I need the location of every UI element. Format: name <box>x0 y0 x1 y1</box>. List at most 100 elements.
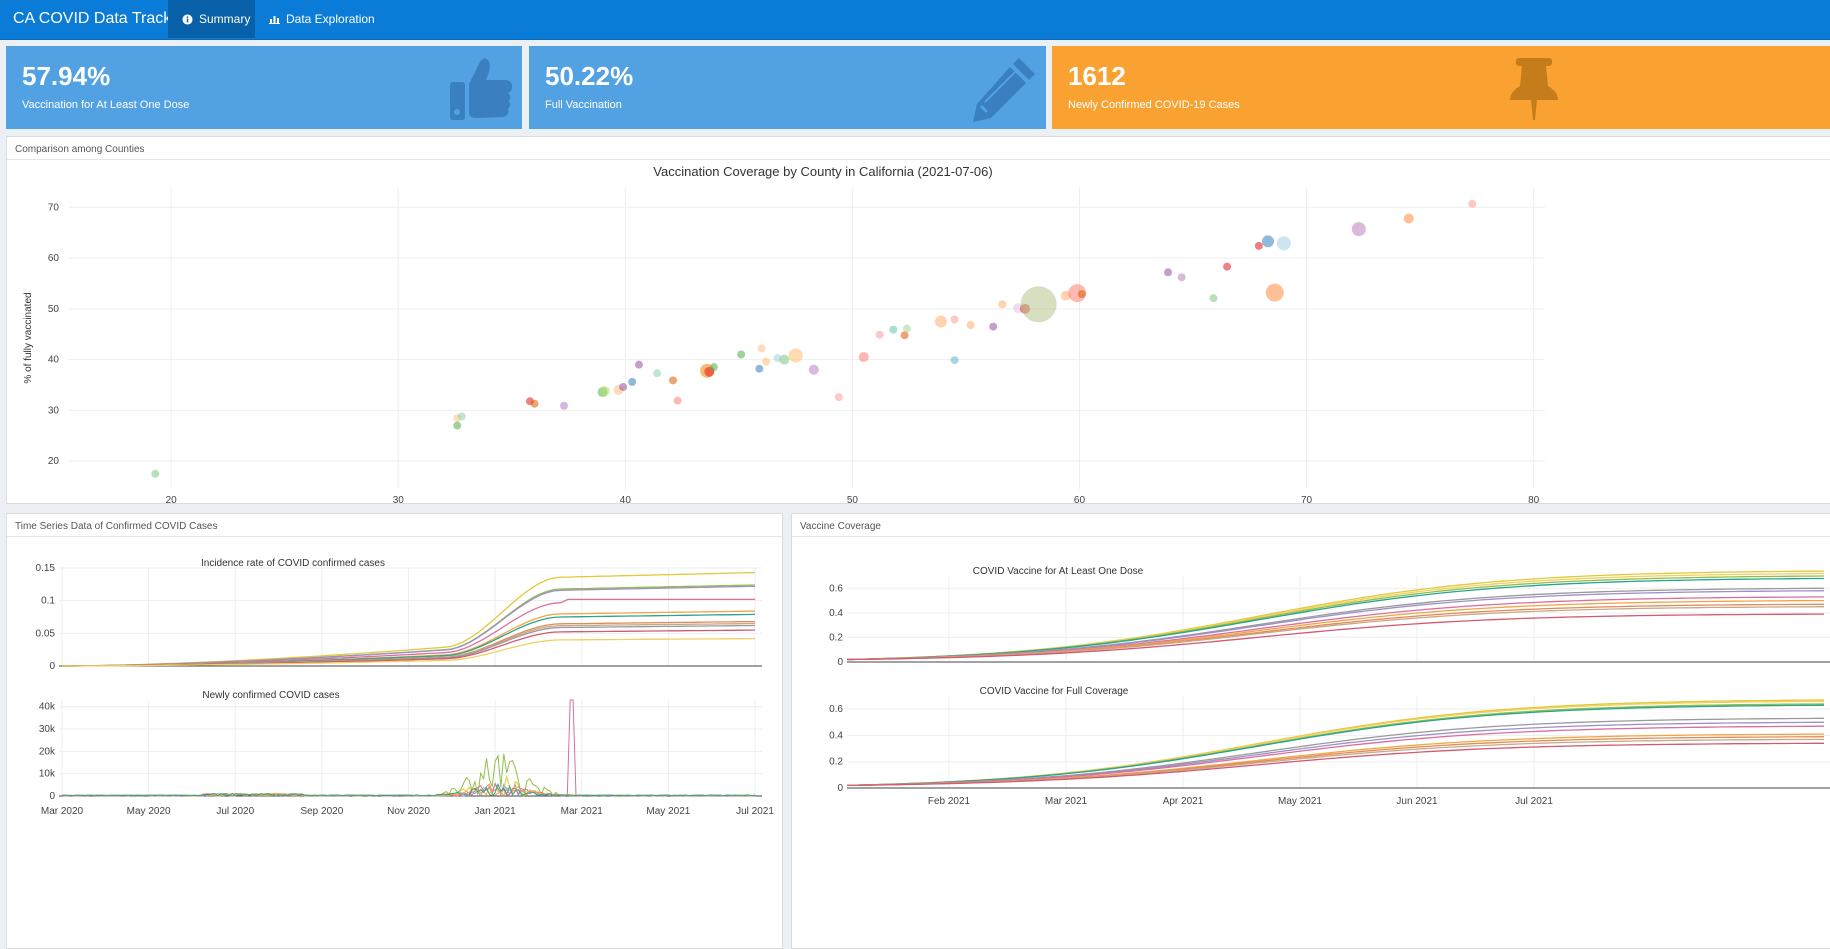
navbar: CA COVID Data Tracker Summary Data Explo… <box>0 0 1830 40</box>
scatter-point <box>950 356 959 365</box>
scatter-point <box>998 300 1007 309</box>
scatter-point <box>653 369 662 378</box>
y-tick-label: 50 <box>48 304 60 315</box>
y-tick-label: 0.2 <box>829 632 843 643</box>
scatter-point <box>1261 235 1274 248</box>
y-tick-label: 70 <box>48 202 60 213</box>
vaccine-panel: Vaccine Coverage Feb 2021 Mar 2021 Apr 202… <box>791 513 1830 949</box>
scatter-point <box>737 350 746 359</box>
scatter-point <box>1164 268 1173 277</box>
y-tick-label: 40k <box>39 702 56 713</box>
scatter-point <box>560 401 569 410</box>
x-tick-label: May 2020 <box>127 806 171 817</box>
scatter-point <box>966 321 975 330</box>
scatter-chart[interactable]: 20 30 40 50 60 70 80 20 30 40 50 60 70 Vaccination Co… <box>7 159 1830 503</box>
full-vaccination-label: Full Vaccination <box>545 99 622 111</box>
timeseries-chart[interactable]: Mar 2020 May 2020 Jul 2020 Sep 2020 Nov 2020… <box>7 536 783 949</box>
timeseries-panel: Time Series Data of Confirmed COVID Case… <box>6 513 783 949</box>
scatter-point <box>989 322 998 331</box>
y-tick-label: 0.2 <box>829 757 843 768</box>
y-tick-label: 0 <box>49 661 55 672</box>
x-tick-label: Apr 2021 <box>1163 796 1204 807</box>
y-tick-label: 60 <box>48 253 60 264</box>
scatter-point <box>1077 290 1086 299</box>
x-tick-label: May 2021 <box>646 806 690 817</box>
thumbtack-icon <box>1510 58 1558 120</box>
scatter-point <box>755 364 764 373</box>
y-tick-label: 0 <box>837 783 843 794</box>
chart-title: Vaccination Coverage by County in Califo… <box>653 164 992 179</box>
scatter-point <box>788 348 803 363</box>
scatter-point <box>1177 273 1186 282</box>
scatter-point <box>453 421 462 430</box>
tab-summary[interactable]: Summary <box>168 0 255 38</box>
y-tick-label: 20 <box>48 456 60 467</box>
timeseries-panel-title: Time Series Data of Confirmed COVID Case… <box>15 521 218 532</box>
comparison-panel: Comparison among Counties 20 30 40 50 60 70 80… <box>6 136 1830 504</box>
y-tick-label: 30k <box>39 724 56 735</box>
subplot-title: Incidence rate of COVID confirmed cases <box>201 558 385 569</box>
x-tick-label: 80 <box>1528 495 1540 503</box>
scatter-point <box>530 399 539 408</box>
tab-data-exploration[interactable]: Data Exploration <box>255 0 389 38</box>
full-coverage-series-line <box>846 704 1825 787</box>
scatter-point <box>634 360 643 369</box>
bar-chart-icon <box>269 14 280 24</box>
scatter-point <box>834 393 843 402</box>
scatter-point <box>858 352 869 363</box>
scatter-point <box>808 364 819 375</box>
x-tick-label: Feb 2021 <box>928 796 971 807</box>
x-tick-label: 70 <box>1301 495 1313 503</box>
new-cases-value: 1612 <box>1068 61 1126 91</box>
scatter-point <box>1020 286 1057 323</box>
one-dose-series-line <box>846 572 1825 661</box>
full-coverage-series-line <box>846 700 1824 787</box>
timeseries-panel-header: Time Series Data of Confirmed COVID Case… <box>7 514 782 537</box>
y-tick-label: 0.05 <box>36 628 56 639</box>
info-circle-icon <box>182 13 193 25</box>
one-dose-value: 57.94% <box>22 61 111 91</box>
tab-summary-label: Summary <box>199 12 251 26</box>
subplot-title: Newly confirmed COVID cases <box>202 690 339 701</box>
scatter-point <box>889 325 898 334</box>
vaccine-chart[interactable]: Feb 2021 Mar 2021 Apr 2021 May 2021 Jun 2021… <box>792 536 1830 949</box>
y-tick-label: 30 <box>48 405 60 416</box>
subplot-title: COVID Vaccine for At Least One Dose <box>973 566 1144 577</box>
scatter-point <box>1265 283 1284 302</box>
value-box-one-dose: 57.94% Vaccination for At Least One Dose <box>6 46 522 129</box>
one-dose-label: Vaccination for At Least One Dose <box>22 99 190 111</box>
app-brand[interactable]: CA COVID Data Tracker <box>13 10 186 28</box>
value-box-new-cases: 1612 Newly Confirmed COVID-19 Cases <box>1052 46 1830 129</box>
scatter-point <box>151 469 160 478</box>
x-tick-label: 40 <box>620 495 632 503</box>
x-tick-label: Jul 2021 <box>736 806 774 817</box>
thumbs-up-icon <box>450 58 513 120</box>
scatter-point <box>1254 241 1263 250</box>
y-tick-label: 20k <box>39 746 56 757</box>
y-axis-label: % of fully vaccinated <box>23 292 34 383</box>
tab-data-exploration-label: Data Exploration <box>286 12 375 26</box>
scatter-point <box>669 376 678 385</box>
scatter-point <box>779 354 790 365</box>
x-tick-label: Jul 2021 <box>1515 796 1553 807</box>
scatter-point <box>599 386 610 397</box>
y-tick-label: 0 <box>49 791 55 802</box>
y-tick-label: 0.4 <box>829 730 843 741</box>
comparison-panel-title: Comparison among Counties <box>15 144 145 155</box>
scatter-point <box>619 382 628 391</box>
scatter-point <box>1223 262 1232 271</box>
x-tick-label: 50 <box>847 495 859 503</box>
vaccine-panel-header: Vaccine Coverage <box>792 514 1830 537</box>
scatter-point <box>457 412 466 421</box>
scatter-point <box>1351 222 1366 237</box>
scatter-point <box>762 357 771 366</box>
x-tick-label: Sep 2020 <box>300 806 343 817</box>
pencil-icon <box>973 58 1035 122</box>
y-tick-label: 0.6 <box>829 704 843 715</box>
scatter-point <box>1468 199 1477 208</box>
scatter-point <box>1276 236 1291 251</box>
value-box-full-vaccination: 50.22% Full Vaccination <box>529 46 1046 129</box>
new-cases-label: Newly Confirmed COVID-19 Cases <box>1068 99 1240 111</box>
full-coverage-series-line <box>846 699 1825 787</box>
scatter-point <box>934 315 947 328</box>
